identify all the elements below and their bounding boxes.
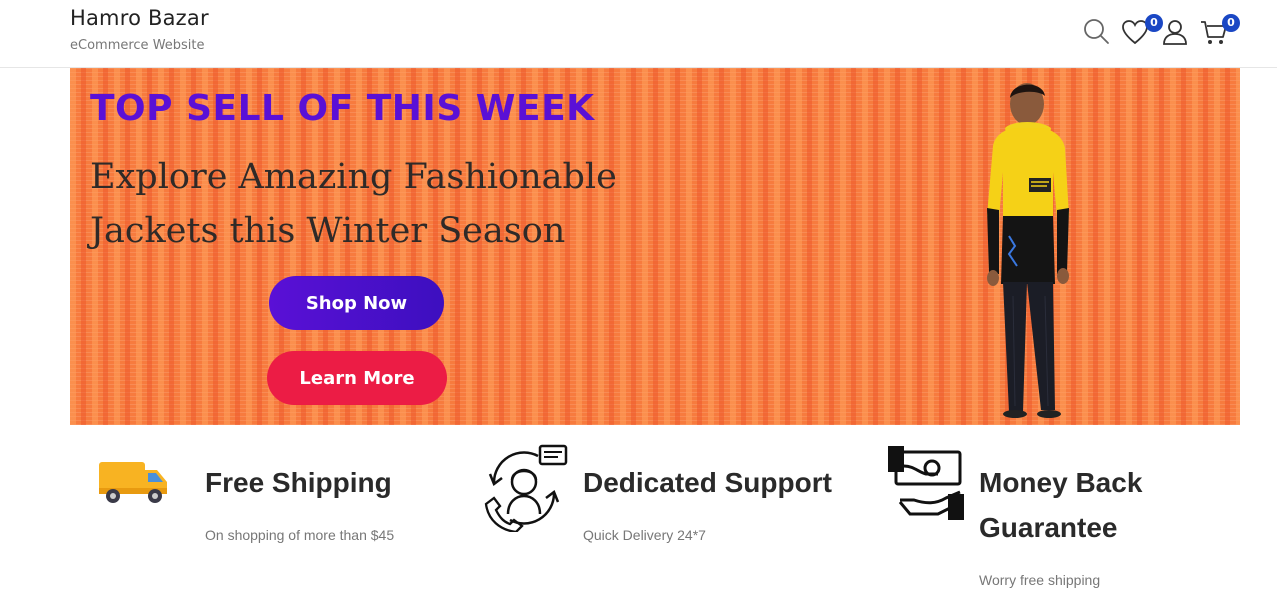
feature-title-free-shipping: Free Shipping bbox=[205, 467, 392, 498]
site-header: Hamro Bazar eCommerce Website 0 0 bbox=[0, 0, 1277, 68]
cart-count-badge: 0 bbox=[1222, 14, 1240, 32]
search-icon[interactable] bbox=[1082, 17, 1112, 47]
learn-more-button[interactable]: Learn More bbox=[267, 351, 447, 405]
feature-desc-free-shipping: On shopping of more than $45 bbox=[205, 527, 395, 543]
banner-headline: Explore Amazing Fashionable Jackets this… bbox=[90, 157, 617, 251]
money-back-icon bbox=[888, 446, 964, 520]
feature-desc-money-back: Worry free shipping bbox=[979, 572, 1101, 588]
truck-icon bbox=[99, 462, 167, 503]
feature-title-money-back: Money Back Guarantee bbox=[979, 467, 1143, 543]
model-image bbox=[987, 83, 1069, 418]
hero-banner: TOP SELL OF THIS WEEK Explore Amazing Fa… bbox=[70, 68, 1240, 425]
brand-subtitle: eCommerce Website bbox=[70, 38, 205, 53]
feature-title-dedicated-support: Dedicated Support bbox=[583, 467, 832, 498]
shop-now-button[interactable]: Shop Now bbox=[269, 276, 444, 330]
user-icon[interactable] bbox=[1160, 17, 1190, 47]
feature-desc-dedicated-support: Quick Delivery 24*7 bbox=[583, 527, 706, 543]
banner-kicker: TOP SELL OF THIS WEEK bbox=[90, 88, 595, 129]
support-agent-icon bbox=[484, 444, 568, 532]
brand-title[interactable]: Hamro Bazar bbox=[70, 6, 209, 30]
